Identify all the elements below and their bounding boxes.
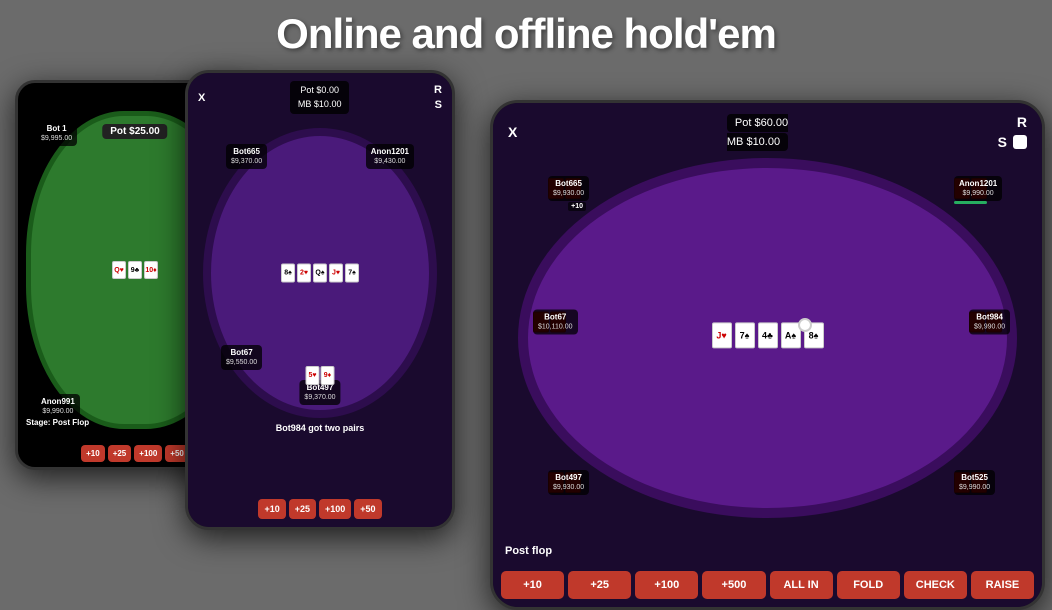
- p2-player1: Bot665 $9,370.00: [226, 144, 267, 169]
- card: 4♣: [758, 322, 778, 348]
- card: 8♠: [281, 264, 295, 283]
- p2-x-btn[interactable]: X: [198, 92, 205, 104]
- phone-3-screen: X Pot $60.00 MB $10.00 R S: [493, 103, 1042, 607]
- card: 9♦: [321, 366, 335, 385]
- p2-controls: +10 +25 +100 +50: [188, 499, 452, 519]
- p3-btn-10[interactable]: +10: [501, 571, 564, 599]
- card: 9♣: [128, 261, 142, 279]
- p3-p2-timer: [954, 201, 987, 204]
- card: 10♦: [144, 261, 158, 279]
- phone-3: X Pot $60.00 MB $10.00 R S: [490, 100, 1045, 610]
- p3-player6: Bot525 $9,990.00: [954, 470, 987, 493]
- card: Q♥: [112, 261, 126, 279]
- p3-s-area: S: [998, 134, 1027, 150]
- p3-stage: Post flop: [505, 545, 552, 557]
- p3-controls: +10 +25 +100 +500 ALL IN FOLD CHECK RAIS…: [493, 571, 1042, 599]
- p1-pot: Pot $25.00: [102, 121, 167, 139]
- phone-2-screen: X Pot $0.00 MB $10.00 R S 8♠ 2♥: [188, 73, 452, 527]
- card: 5♥: [306, 366, 320, 385]
- p2-pot-info: Pot $0.00 MB $10.00: [290, 81, 350, 114]
- p2-btn-100[interactable]: +100: [319, 499, 351, 519]
- p2-btn-50[interactable]: +50: [354, 499, 381, 519]
- card: J♥: [329, 264, 343, 283]
- phones-area: Pot $25.00 Q♥ 9♣ 10♦ Bot 1 $9,995.00 Bot…: [0, 70, 1052, 592]
- p3-player2: Anon1201 $9,990.00: [954, 176, 987, 204]
- card: 7♠: [345, 264, 359, 283]
- p2-player-cards: 5♥ 9♦: [306, 366, 335, 385]
- p3-btn-allin[interactable]: ALL IN: [770, 571, 833, 599]
- p1-btn-10[interactable]: +10: [81, 445, 105, 462]
- p2-player3: Bot67 $9,550.00: [221, 345, 262, 370]
- p3-dealer-btn: [798, 318, 812, 332]
- phone-2: X Pot $0.00 MB $10.00 R S 8♠ 2♥: [185, 70, 455, 530]
- page-header: Online and offline hold'em: [0, 0, 1052, 66]
- p3-right-btns: R S: [998, 114, 1027, 150]
- p3-top-bar: X Pot $60.00 MB $10.00 R S: [493, 113, 1042, 150]
- p1-player1: Bot 1 $9,995.00: [36, 121, 77, 146]
- p1-community: Q♥ 9♣ 10♦: [112, 261, 158, 279]
- p3-r-btn[interactable]: R: [1017, 114, 1027, 130]
- p2-player2: Anon1201 $9,430.00: [366, 144, 414, 169]
- p3-btn-check[interactable]: CHECK: [904, 571, 967, 599]
- p3-btn-500[interactable]: +500: [702, 571, 765, 599]
- p3-btn-fold[interactable]: FOLD: [837, 571, 900, 599]
- card: 7♠: [735, 322, 755, 348]
- p3-btn-raise[interactable]: RAISE: [971, 571, 1034, 599]
- p2-community: 8♠ 2♥ Q♠ J♥ 7♠: [281, 264, 359, 283]
- p3-pot-info: Pot $60.00 MB $10.00: [727, 113, 788, 150]
- page-title: Online and offline hold'em: [0, 10, 1052, 58]
- p2-btn-25[interactable]: +25: [289, 499, 316, 519]
- p1-btn-25[interactable]: +25: [108, 445, 132, 462]
- card: Q♠: [313, 264, 327, 283]
- p1-player3: Anon991 $9,990.00: [36, 394, 80, 419]
- p2-top-bar: X Pot $0.00 MB $10.00 R S: [188, 81, 452, 114]
- p2-r-btn[interactable]: R: [434, 84, 442, 96]
- card: 2♥: [297, 264, 311, 283]
- p3-white-square: [1013, 135, 1027, 149]
- p3-s-btn[interactable]: S: [998, 134, 1007, 150]
- p2-message: Bot984 got two pairs: [188, 423, 452, 433]
- p3-btn-25[interactable]: +25: [568, 571, 631, 599]
- p1-stage: Stage: Post Flop: [26, 418, 89, 427]
- p3-x-btn[interactable]: X: [508, 124, 517, 140]
- p3-player3: Bot67 $10,110.00: [533, 310, 566, 333]
- p2-btn-10[interactable]: +10: [258, 499, 285, 519]
- p3-btn-100[interactable]: +100: [635, 571, 698, 599]
- p2-right-btns: R S: [434, 84, 442, 111]
- p2-table: 8♠ 2♥ Q♠ J♥ 7♠ Bot665 $9,370.00 Anon1201…: [203, 128, 437, 418]
- p1-btn-100[interactable]: +100: [134, 445, 162, 462]
- p3-player1: Bot665 $9,930.00 +10: [548, 176, 581, 199]
- p3-player4: Bot984 $9,990.00: [969, 310, 1002, 333]
- p3-player5: Bot497 $9,930.00: [548, 470, 581, 493]
- p3-table: J♥ 7♠ 4♣ A♠ 8♠ Bot665 $9,930.00 +10: [518, 158, 1017, 518]
- card: J♥: [712, 322, 732, 348]
- p2-s-btn[interactable]: S: [435, 99, 442, 111]
- p3-p1-badge: +10: [568, 202, 586, 211]
